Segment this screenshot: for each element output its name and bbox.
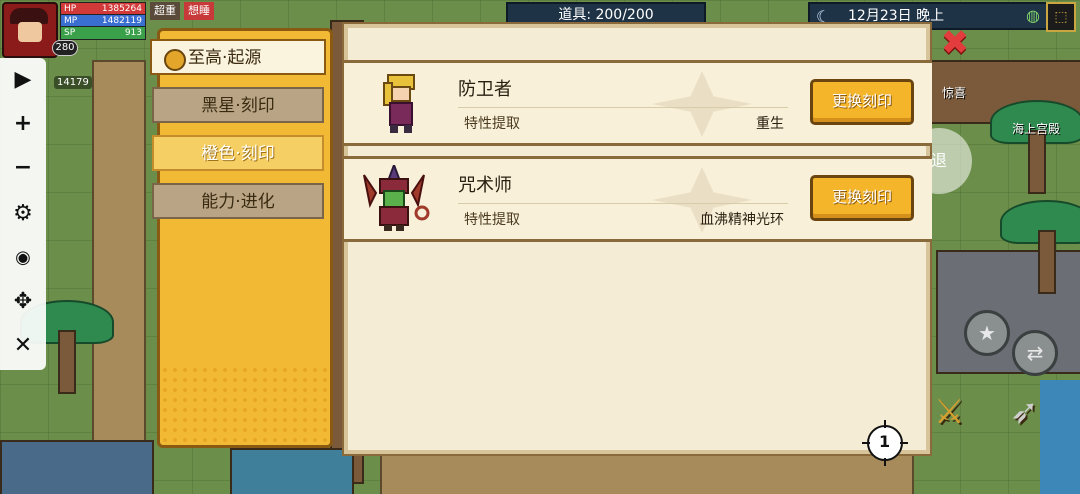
close-button[interactable]: ✖ [938,26,972,60]
side-label-surprise: 惊喜 [942,86,967,100]
bow-icon[interactable]: ➶ [1010,392,1039,432]
close-icon[interactable]: ✕ [10,332,36,358]
trait-value: 血沸精神光环 [700,212,784,228]
level-badge: 280 [52,40,78,56]
list-item: 咒术师 特性提取 血沸精神光环 更换刻印 [344,156,932,242]
sp-label: SP [64,28,76,38]
sp-value: 913 [124,28,142,38]
fullscreen-button[interactable]: ⬚ [1046,2,1076,32]
globe-icon[interactable]: ◍ [1026,6,1040,25]
seal-list-panel: 防卫者 特性提取 重生 更换刻印 咒术师 特性提取 血沸精神光环 更换刻印 [342,22,932,456]
tab-label: 至高·起源 [188,48,262,68]
card-name: 咒术师 [458,175,512,196]
gold-counter: 14179 [54,76,92,89]
warlock-portrait [363,165,430,231]
list-item: 防卫者 特性提取 重生 更换刻印 [344,60,932,146]
star-icon[interactable]: ★ [964,310,1010,356]
gear-icon[interactable]: ⚙ [10,200,36,226]
sword-icon[interactable]: ⚔ [934,392,964,432]
hide-icon[interactable]: ◉ [10,244,36,270]
player-avatar[interactable] [2,2,58,58]
category-tab-panel: 至高·起源 黑星·刻印 橙色·刻印 能力·进化 [150,28,333,448]
tab-ability-evolution[interactable]: 能力·进化 [152,183,324,219]
replace-seal-button[interactable]: 更换刻印 [810,79,914,125]
move-icon[interactable]: ✥ [10,288,36,314]
seal-icon [164,49,186,71]
tab-label: 能力·进化 [201,192,275,212]
left-toolbar: ▶ + − ⚙ ◉ ✥ ✕ [0,58,46,370]
defender-portrait [383,74,415,133]
swap-icon[interactable]: ⇄ [1012,330,1058,376]
road-vertical [92,60,146,494]
tab-orange-seal[interactable]: 橙色·刻印 [152,135,324,171]
card-name: 防卫者 [458,79,512,100]
zoom-out-icon[interactable]: − [10,154,36,180]
tab-black-star-seal[interactable]: 黑星·刻印 [152,87,324,123]
star-watermark [652,71,752,137]
sp-bar: SP 913 [60,26,146,40]
tab-label: 黑星·刻印 [201,96,275,116]
trait-label: 特性提取 [464,212,520,228]
status-tag-overweight: 超重 [150,2,180,20]
tab-label: 橙色·刻印 [201,144,275,164]
replace-seal-button[interactable]: 更换刻印 [810,175,914,221]
play-icon[interactable]: ▶ [10,66,36,92]
status-tag-sleepy: 想睡 [184,2,214,20]
road-bottom [380,452,914,494]
page-number: 1 [879,432,891,451]
trait-value: 重生 [756,116,784,132]
house-bottom [230,448,354,494]
water-right [1040,380,1080,494]
tab-supreme-origin[interactable]: 至高·起源 [150,39,326,75]
location-label: 海上宫殿 [1012,122,1061,136]
zoom-in-icon[interactable]: + [10,110,36,136]
palm-tree [1000,200,1080,294]
trait-label: 特性提取 [464,116,520,132]
house-bottom-left [0,440,154,494]
